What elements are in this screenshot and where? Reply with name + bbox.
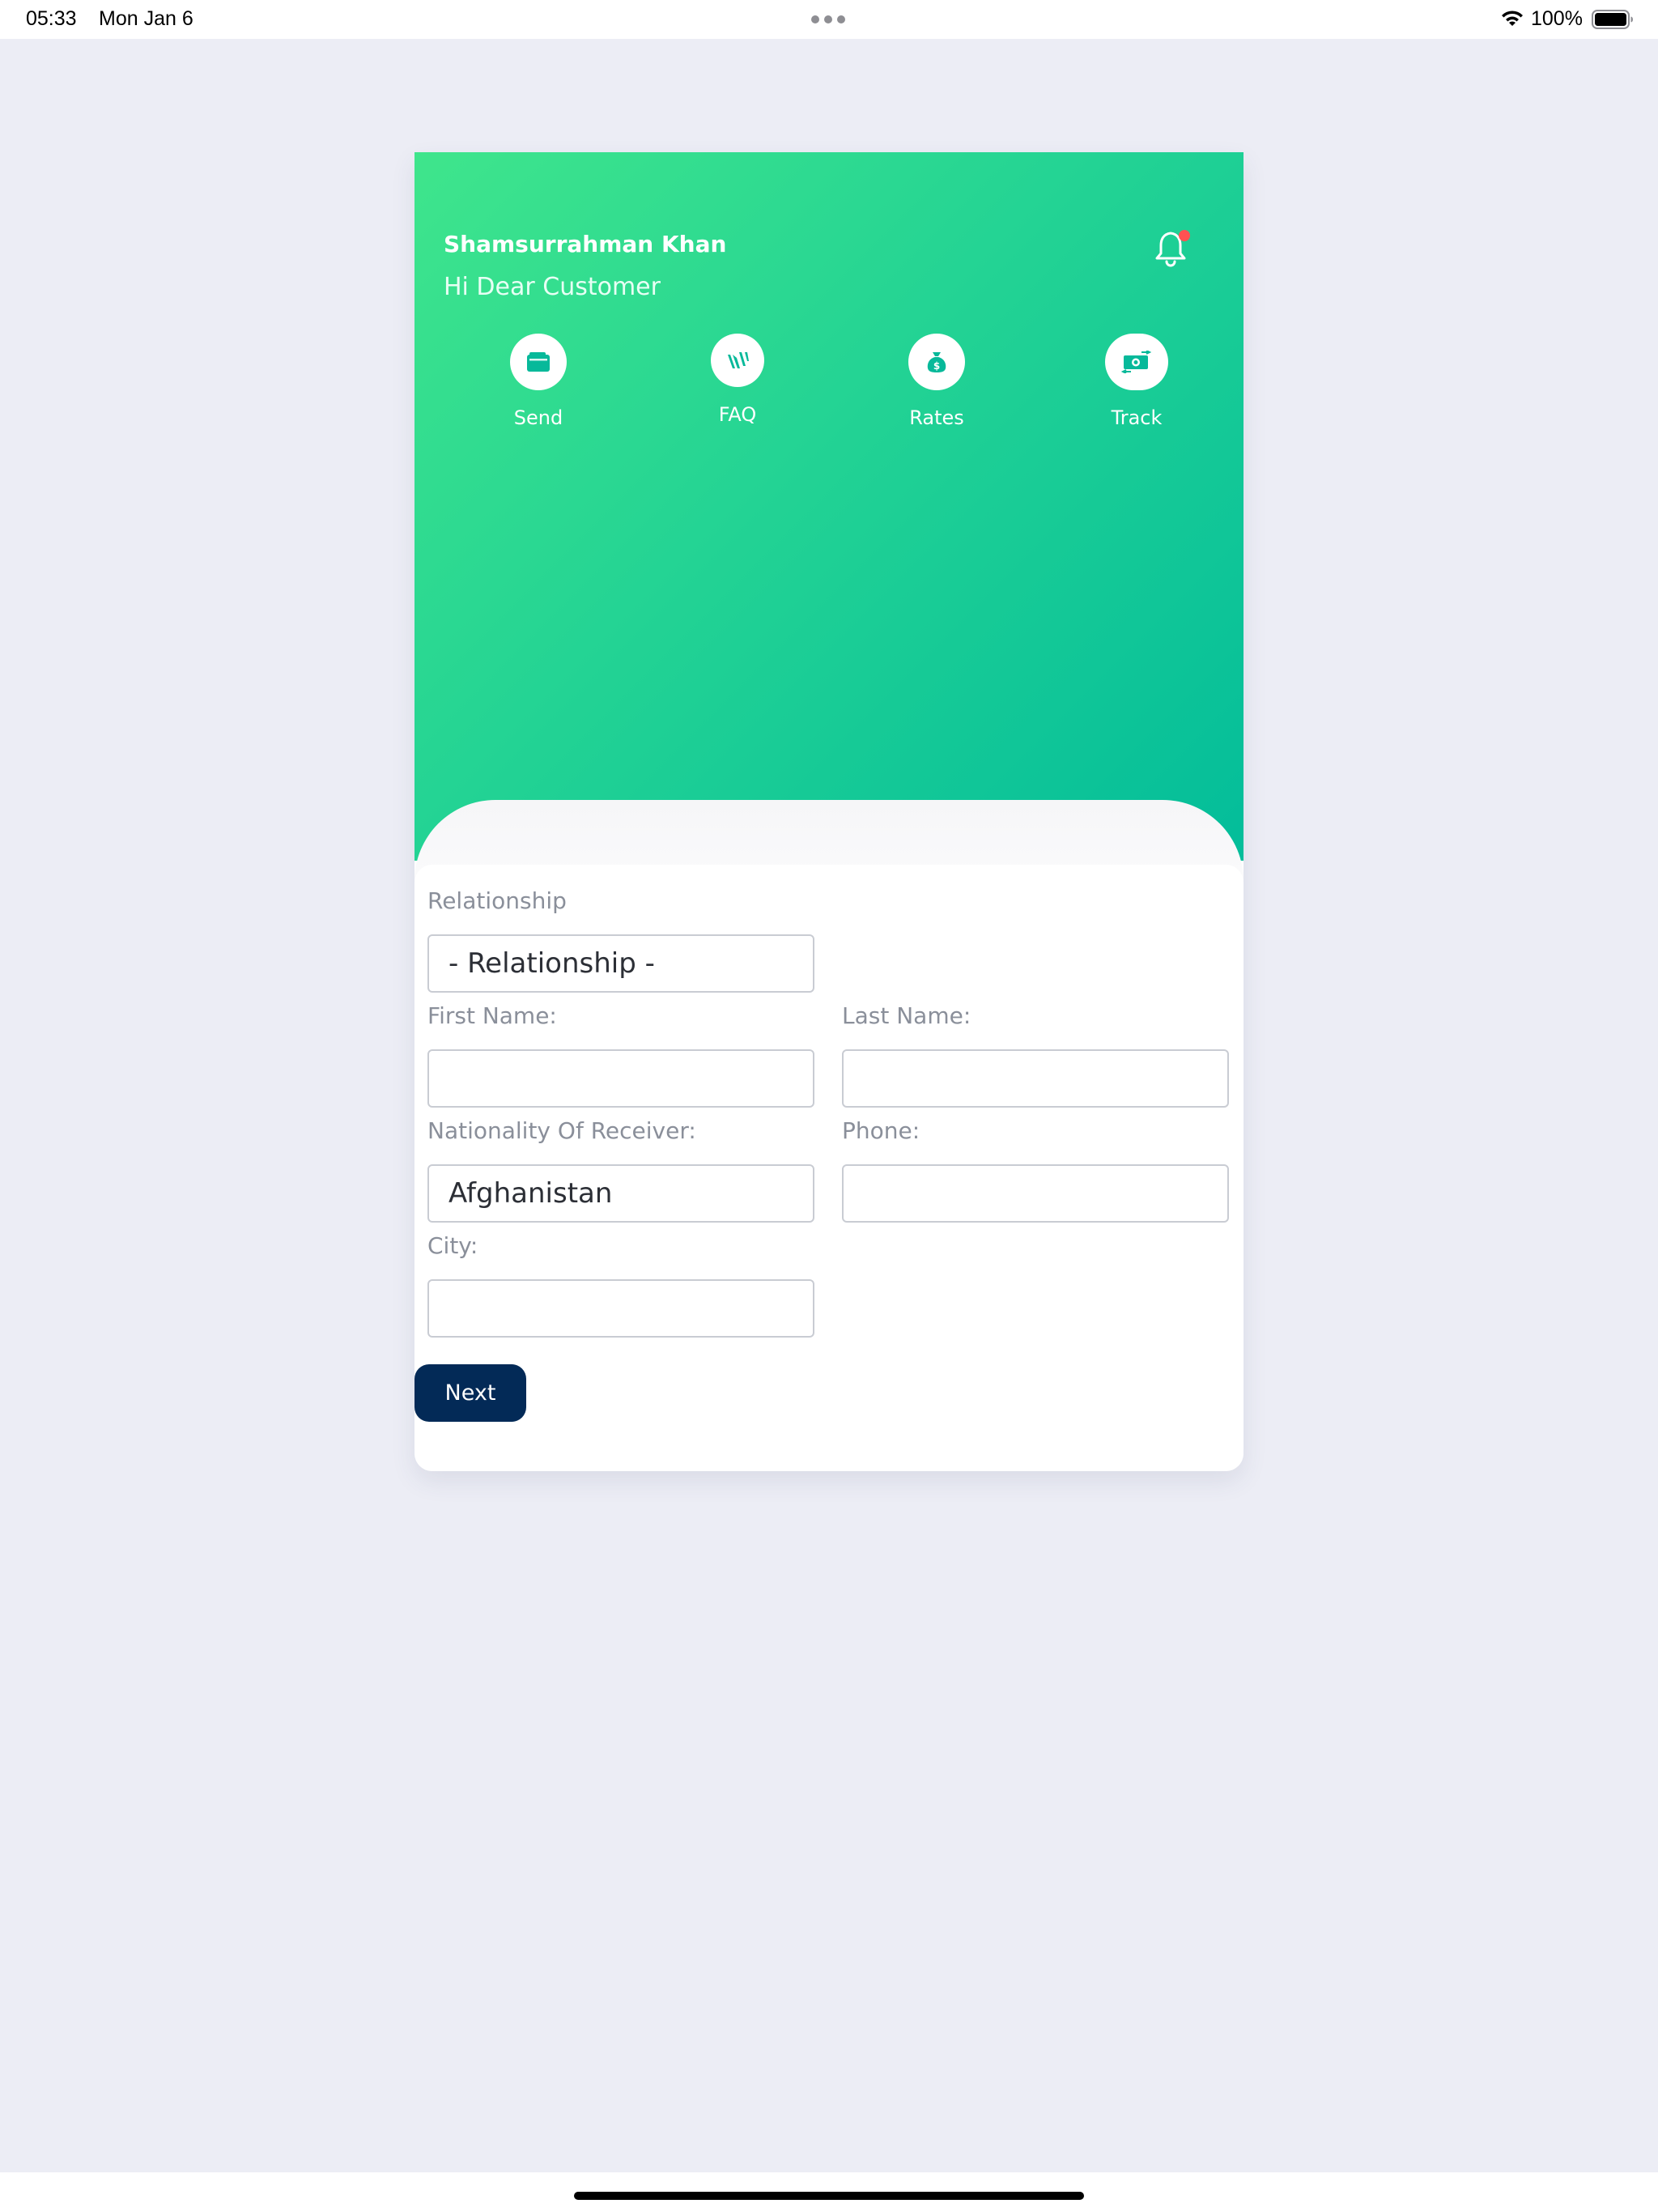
faq-label: FAQ [718, 403, 757, 426]
nationality-select[interactable]: Afghanistan [427, 1164, 814, 1223]
battery-percentage: 100% [1531, 7, 1583, 30]
city-label: City: [427, 1232, 478, 1259]
first-name-input[interactable] [427, 1049, 814, 1108]
home-indicator-area [0, 2172, 1658, 2212]
phone-label: Phone: [842, 1117, 920, 1144]
phone-input[interactable] [842, 1164, 1229, 1223]
battery-icon [1592, 10, 1633, 29]
status-time: 05:33 [26, 7, 77, 30]
track-label: Track [1111, 406, 1163, 429]
user-name: Shamsurrahman Khan [444, 231, 727, 257]
status-date: Mon Jan 6 [99, 7, 193, 30]
hero-header: Shamsurrahman Khan Hi Dear Customer Send [414, 152, 1244, 861]
send-action[interactable]: Send [482, 334, 595, 429]
city-input[interactable] [427, 1279, 814, 1338]
relationship-select[interactable]: - Relationship - [427, 934, 814, 993]
notification-dot [1179, 230, 1190, 241]
svg-text:$: $ [933, 360, 940, 372]
notification-bell-icon[interactable] [1154, 230, 1190, 269]
status-bar: 05:33 Mon Jan 6 100% [0, 0, 1658, 39]
home-indicator[interactable] [574, 2192, 1084, 2200]
last-name-input[interactable] [842, 1049, 1229, 1108]
main-card: Shamsurrahman Khan Hi Dear Customer Send [414, 152, 1244, 1471]
next-button[interactable]: Next [414, 1364, 526, 1422]
faq-action[interactable]: FAQ [681, 334, 794, 426]
nationality-label: Nationality Of Receiver: [427, 1117, 696, 1144]
money-transfer-icon [1105, 334, 1168, 390]
track-action[interactable]: Track [1080, 334, 1193, 429]
multitasking-dots-icon[interactable] [811, 15, 845, 23]
greeting-text: Hi Dear Customer [444, 273, 661, 301]
last-name-label: Last Name: [842, 1002, 971, 1029]
first-name-label: First Name: [427, 1002, 557, 1029]
wifi-icon [1502, 11, 1523, 26]
wallet-icon [510, 334, 567, 390]
faq-icon [711, 334, 764, 387]
send-label: Send [513, 406, 563, 429]
rates-label: Rates [909, 406, 964, 429]
rates-action[interactable]: $ Rates [880, 334, 993, 429]
money-bag-icon: $ [908, 334, 965, 390]
relationship-label: Relationship [427, 887, 567, 914]
